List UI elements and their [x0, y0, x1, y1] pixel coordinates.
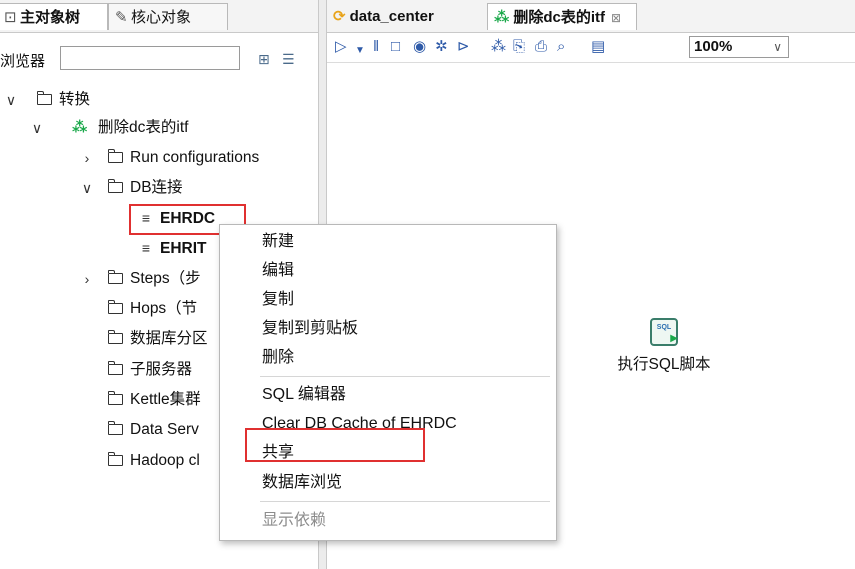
editor-toolbar: ▷ ▼ ‖ □ ◉ ✲ ⊳ ⁂ ⎘ ⎙ ⌕ ▤ 100% ∨: [327, 34, 855, 63]
menu-separator: [260, 376, 550, 377]
explore-db-icon[interactable]: ⌕: [557, 37, 565, 57]
browser-label: 浏览器: [0, 53, 46, 70]
tab-data-center[interactable]: ⟳ data_center: [327, 3, 482, 30]
tab-itf-transformation[interactable]: ⁂ 删除dc表的itf ⊠: [487, 3, 637, 30]
pencil-icon: ✎: [115, 9, 128, 26]
folder-icon: [107, 361, 123, 375]
editor-tab-bar: ⟳ data_center ⁂ 删除dc表的itf ⊠: [327, 0, 855, 33]
transformation-icon: ⁂: [494, 9, 510, 26]
browser-row: 浏览器 ⊞ ☰: [0, 43, 318, 77]
job-icon: ⟳: [333, 8, 346, 25]
chevron-down-icon[interactable]: ∨: [30, 114, 44, 142]
generate-sql-icon[interactable]: ⎙: [535, 37, 547, 57]
chevron-down-icon[interactable]: ∨: [80, 174, 94, 202]
preview-icon[interactable]: ◉: [413, 37, 426, 57]
verify-icon[interactable]: ⁂: [491, 37, 506, 57]
show-results-icon[interactable]: ▤: [591, 37, 605, 57]
step-label: 执行SQL脚本: [617, 356, 711, 373]
folder-icon: [107, 391, 123, 405]
folder-icon: [36, 91, 52, 105]
canvas-step-execute-sql[interactable]: SQL ▶ 执行SQL脚本: [609, 318, 719, 374]
transformation-icon: ⁂: [72, 119, 88, 136]
run-dropdown-icon[interactable]: ▼: [355, 41, 365, 61]
menu-item-database-explorer[interactable]: 数据库浏览: [262, 470, 342, 496]
folder-icon: [107, 330, 123, 344]
chevron-right-icon[interactable]: ›: [80, 265, 94, 293]
folder-icon: [107, 300, 123, 314]
folder-icon: [107, 270, 123, 284]
menu-separator: [260, 501, 550, 502]
expand-all-icon[interactable]: ⊞: [258, 51, 270, 68]
folder-icon: [107, 452, 123, 466]
tree-view-icon: ⊡: [4, 9, 17, 26]
pause-icon[interactable]: ‖: [373, 37, 379, 57]
menu-item-copy[interactable]: 复制: [262, 287, 294, 313]
folder-icon: [107, 149, 123, 163]
collapse-all-icon[interactable]: ☰: [282, 51, 295, 68]
menu-item-edit[interactable]: 编辑: [262, 258, 294, 284]
left-tab-bar: ⊡ 主对象树 ✎ 核心对象: [0, 0, 318, 33]
chevron-right-icon[interactable]: ›: [80, 144, 94, 172]
sql-script-icon: SQL ▶: [650, 318, 678, 346]
chevron-down-icon: ∨: [773, 40, 782, 54]
menu-item-new[interactable]: 新建: [262, 229, 294, 255]
debug-icon[interactable]: ✲: [435, 37, 448, 57]
context-menu: 新建 编辑 复制 复制到剪贴板 删除 SQL 编辑器 Clear DB Cach…: [219, 224, 557, 541]
menu-item-show-dependencies: 显示依赖: [262, 512, 327, 529]
folder-icon: [107, 421, 123, 435]
run-icon[interactable]: ▷: [335, 37, 347, 57]
replay-icon[interactable]: ⊳: [457, 37, 470, 57]
database-icon: ≡: [141, 240, 151, 256]
chevron-down-icon[interactable]: ∨: [4, 86, 18, 114]
share-highlight-box: [245, 428, 425, 462]
tab-core-objects[interactable]: ✎ 核心对象: [108, 3, 228, 30]
browser-search-input[interactable]: [60, 46, 240, 70]
menu-item-copy-to-clipboard[interactable]: 复制到剪贴板: [262, 316, 358, 342]
tab-main-object-tree[interactable]: ⊡ 主对象树: [0, 3, 108, 30]
impact-icon[interactable]: ⎘: [513, 37, 525, 57]
menu-item-delete[interactable]: 删除: [262, 345, 294, 371]
zoom-select[interactable]: 100% ∨: [689, 36, 789, 58]
menu-item-sql-editor[interactable]: SQL 编辑器: [262, 382, 346, 408]
close-tab-icon[interactable]: ⊠: [611, 11, 621, 25]
folder-icon: [107, 179, 123, 193]
stop-icon[interactable]: □: [391, 37, 400, 57]
